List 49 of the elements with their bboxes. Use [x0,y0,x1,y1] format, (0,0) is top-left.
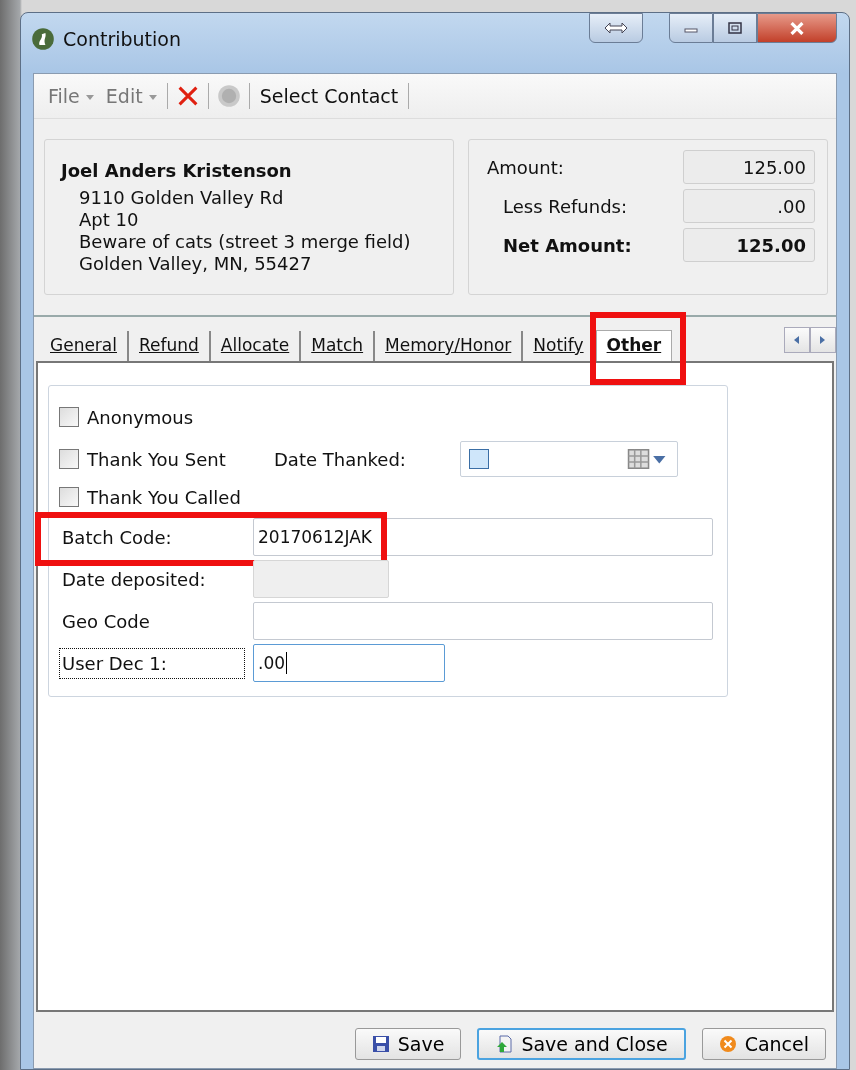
select-contact-button[interactable]: Select Contact [257,85,401,107]
dialog-button[interactable]: Cancel [701,1028,826,1060]
address-line: Beware of cats (street 3 merge field) [78,231,412,253]
menu-button[interactable]: File [46,85,96,107]
tab[interactable]: Other [595,330,673,361]
amount-label: Net Amount: [502,234,632,256]
checkbox[interactable]: Thank You Sent [59,448,274,470]
field-label: Date deposited: [61,567,207,592]
field-label: Batch Code: [61,525,173,550]
address-line: Golden Valley, MN, 55427 [78,253,313,275]
caret-icon [148,95,157,100]
dialog-button[interactable]: Save and Close [477,1028,686,1060]
amount-value: 125.00 [683,228,815,262]
document-arrow-icon [495,1035,514,1053]
close-icon [789,21,805,35]
amount-label: Less Refunds: [502,195,628,217]
scroll-left-button[interactable] [784,327,810,353]
calendar-icon [627,448,667,470]
resize-button[interactable] [589,13,643,43]
input-field[interactable]: .00 [253,644,445,682]
maximize-icon [728,22,742,34]
app-icon [31,27,55,51]
field-label: Date Thanked: [274,448,407,470]
input-field[interactable]: 20170612JAK [253,518,713,556]
left-arrow-icon [794,336,800,344]
maximize-button[interactable] [713,13,757,43]
menu-button[interactable]: Edit [103,85,159,107]
dialog-button[interactable]: Save [354,1028,462,1060]
minimize-button[interactable] [669,13,713,43]
right-arrow-icon [820,336,826,344]
field-label: Geo Code [61,609,151,634]
amount-label: Amount: [486,156,564,178]
contact-name: Joel Anders Kristenson [61,160,293,181]
date-checkbox[interactable] [469,449,489,469]
double-arrow-icon [604,22,628,34]
close-button[interactable] [757,13,837,43]
checkbox[interactable]: Anonymous [59,406,274,428]
checkbox[interactable]: Thank You Called [59,486,274,508]
amount-value: 125.00 [683,150,815,184]
window-title: Contribution [63,28,181,50]
address-line: Apt 10 [78,209,140,231]
field-label: User Dec 1: [59,647,245,679]
address-line: 9110 Golden Valley Rd [78,187,285,209]
input-field[interactable] [253,602,713,640]
date-picker[interactable] [460,441,678,477]
caret-icon [85,95,94,100]
scroll-right-button[interactable] [810,327,836,353]
cancel-icon [718,1035,737,1053]
amount-value: .00 [683,189,815,223]
